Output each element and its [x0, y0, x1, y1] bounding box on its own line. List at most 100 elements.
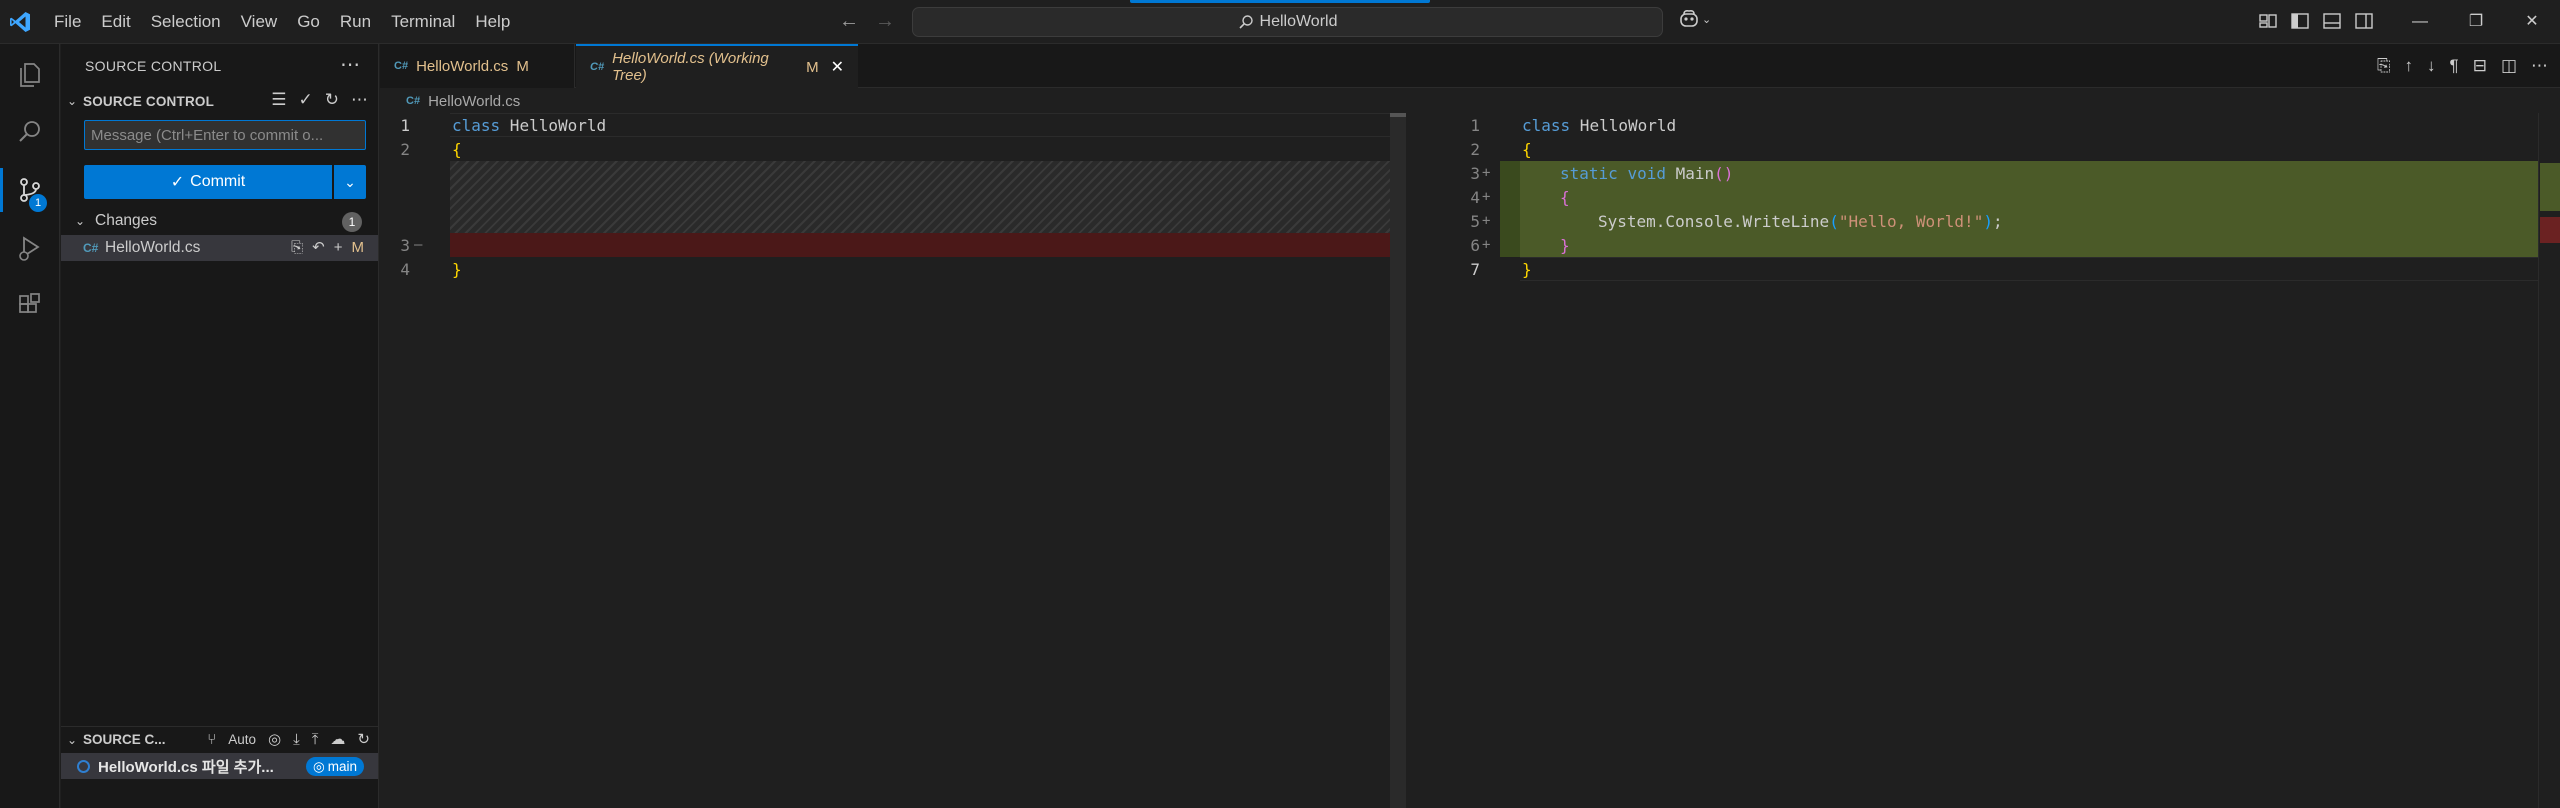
more-actions-icon[interactable]: ⋯	[2531, 56, 2548, 76]
left-scrollbar[interactable]	[1390, 113, 1406, 808]
customize-layout-icon[interactable]	[2258, 11, 2278, 31]
menu-go[interactable]: Go	[287, 0, 330, 44]
source-control-section-header[interactable]: ⌄ SOURCE CONTROL ☰ ✓ ↻ ⋯	[61, 88, 378, 114]
refresh-icon[interactable]: ↻	[325, 90, 339, 110]
navigation-arrows: ← →	[838, 10, 896, 33]
line-number: 1	[400, 115, 410, 135]
search-icon	[1238, 15, 1253, 29]
check-icon: ✓	[170, 174, 185, 191]
changed-file-row[interactable]: C# HelloWorld.cs ⎘ ↶ + M	[61, 235, 378, 261]
code-line: 4 }	[380, 257, 1406, 281]
commit-button[interactable]: ✓ Commit	[84, 165, 332, 199]
commit-message-input[interactable]	[84, 120, 366, 150]
changed-file-name: HelloWorld.cs	[105, 239, 201, 256]
activity-search[interactable]	[0, 104, 60, 160]
changes-label: Changes	[95, 212, 158, 229]
menu-view[interactable]: View	[231, 0, 288, 44]
more-actions-icon[interactable]: ⋯	[340, 52, 360, 77]
code-line: 3 + static void Main()	[1450, 161, 2560, 185]
activity-explorer[interactable]	[0, 46, 60, 102]
next-change-icon[interactable]: ↓	[2427, 56, 2436, 76]
close-icon[interactable]: ✕	[831, 57, 844, 77]
graph-commit-row[interactable]: HelloWorld.cs 파일 추가... ◎ main	[61, 753, 378, 779]
menu-help[interactable]: Help	[465, 0, 520, 44]
commit-check-icon[interactable]: ✓	[299, 90, 313, 110]
method-call: System.Console.WriteLine	[1598, 211, 1830, 231]
toggle-primary-sidebar-icon[interactable]	[2290, 11, 2310, 31]
diff-split-gap	[1406, 113, 1450, 808]
tab-label: HelloWorld.cs	[416, 57, 509, 75]
refresh-icon[interactable]: ↻	[357, 730, 370, 748]
view-as-tree-icon[interactable]: ☰	[271, 90, 286, 110]
command-center[interactable]: HelloWorld	[912, 7, 1663, 37]
activity-run-debug[interactable]	[0, 220, 60, 276]
commit-dropdown-button[interactable]: ⌄	[334, 165, 366, 199]
stage-changes-icon[interactable]: +	[334, 239, 343, 256]
close-window-icon[interactable]: ✕	[2504, 0, 2560, 44]
discard-changes-icon[interactable]: ↶	[312, 238, 325, 256]
code-line: 4 + {	[1450, 185, 2560, 209]
pull-icon[interactable]: ⤒	[312, 731, 319, 748]
tab-helloworld[interactable]: C# HelloWorld.cs M	[380, 44, 575, 88]
branch-badge: ◎ main	[305, 757, 364, 776]
menu-file[interactable]: File	[44, 0, 91, 44]
push-cloud-icon[interactable]: ☁	[330, 730, 345, 748]
toggle-panel-icon[interactable]	[2322, 11, 2342, 31]
minimize-icon[interactable]: —	[2392, 0, 2448, 44]
menu-selection[interactable]: Selection	[141, 0, 231, 44]
tab-status: M	[516, 57, 529, 75]
brace: {	[452, 139, 462, 159]
source-control-badge: 1	[29, 194, 47, 212]
line-number: 7	[1470, 259, 1480, 279]
activity-extensions[interactable]	[0, 278, 60, 334]
code-line: 3 —	[380, 233, 1406, 257]
show-whitespace-icon[interactable]: ¶	[2450, 56, 2459, 76]
copilot-button[interactable]: ⌄	[1678, 9, 1711, 29]
removed-marker: —	[414, 237, 423, 253]
run-debug-icon	[19, 236, 40, 261]
line-number: 1	[1470, 115, 1480, 135]
back-arrow-icon[interactable]: ←	[838, 10, 860, 33]
activity-source-control[interactable]: 1	[0, 162, 60, 218]
menu-terminal[interactable]: Terminal	[381, 0, 465, 44]
diff-original-editor[interactable]: 1 class HelloWorld 2 { 3 — 4 }	[380, 113, 1770, 808]
split-editor-icon[interactable]: ◫	[2501, 56, 2517, 76]
menu-edit[interactable]: Edit	[91, 0, 140, 44]
graph-actions: ⑂ Auto ◎ ⤓ ⤒ ☁ ↻	[207, 730, 370, 749]
previous-change-icon[interactable]: ↑	[2405, 56, 2414, 76]
changes-group[interactable]: ⌄ Changes 1	[61, 208, 378, 234]
auto-label[interactable]: Auto	[228, 732, 256, 747]
menu-run[interactable]: Run	[330, 0, 381, 44]
branch-icon[interactable]: ⑂	[207, 731, 216, 748]
code-line: 2 {	[380, 137, 1406, 161]
tab-working-tree-diff[interactable]: C# HelloWorld.cs (Working Tree) M ✕	[576, 44, 858, 88]
menu-bar: File Edit Selection View Go Run Terminal…	[44, 0, 520, 44]
keyword: static	[1560, 163, 1618, 183]
keyword: void	[1627, 163, 1666, 183]
changes-count-badge: 1	[342, 212, 362, 232]
more-actions-icon[interactable]: ⋯	[351, 90, 368, 110]
source-control-graph-header[interactable]: ⌄ SOURCE C... ⑂ Auto ◎ ⤓ ⤒ ☁ ↻	[61, 726, 378, 752]
open-file-icon[interactable]: ⎘	[2377, 56, 2391, 76]
code-line: 1 class HelloWorld	[380, 113, 1406, 137]
csharp-file-icon: C#	[83, 241, 99, 255]
added-marker: +	[1482, 237, 1491, 253]
open-file-icon[interactable]: ⎘	[291, 239, 303, 256]
vscode-logo-icon	[10, 12, 30, 32]
breadcrumb[interactable]: C# HelloWorld.cs	[380, 89, 1420, 113]
fetch-icon[interactable]: ⤓	[293, 731, 300, 748]
open-changes-icon[interactable]: ⊟	[2473, 56, 2487, 76]
diff-modified-editor[interactable]: 1 class HelloWorld 2 { 3 + static void M…	[1450, 113, 2560, 808]
toggle-secondary-sidebar-icon[interactable]	[2354, 11, 2374, 31]
target-icon[interactable]: ◎	[268, 730, 281, 748]
section-label: SOURCE CONTROL	[83, 93, 215, 109]
layout-controls	[2258, 11, 2374, 31]
keyword: class	[452, 115, 501, 135]
forward-arrow-icon[interactable]: →	[874, 10, 896, 33]
title-bar: File Edit Selection View Go Run Terminal…	[0, 0, 2560, 44]
restore-icon[interactable]: ❐	[2448, 0, 2504, 44]
extensions-icon	[19, 293, 40, 313]
branch-name: main	[327, 759, 357, 774]
line-number: 4	[1470, 187, 1480, 207]
progress-indicator	[1130, 0, 1430, 3]
